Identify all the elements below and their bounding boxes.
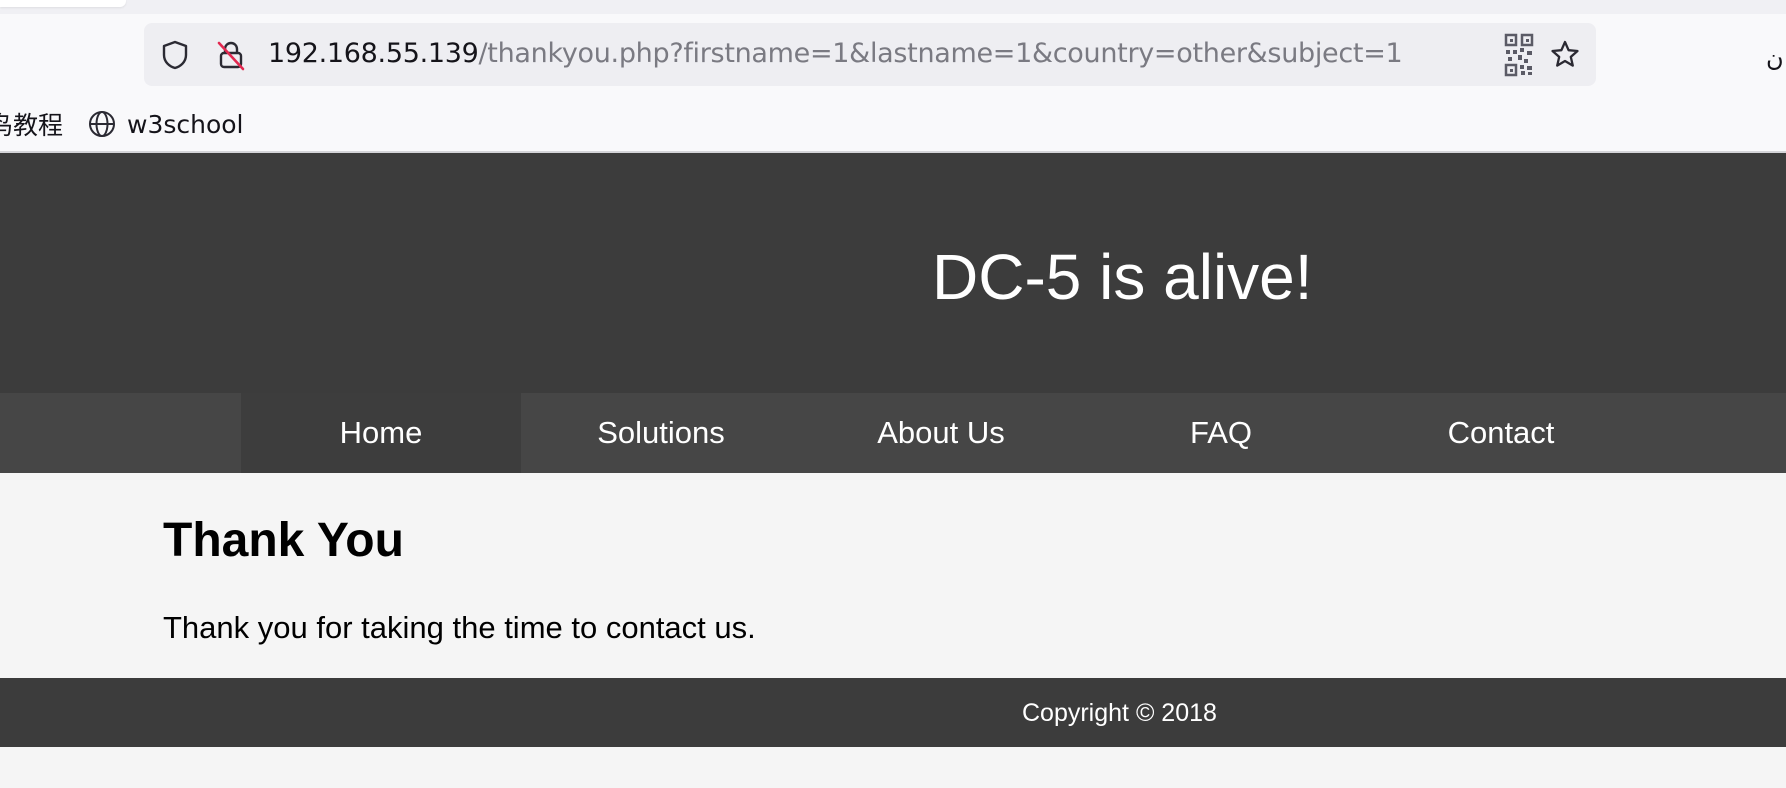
- shield-icon[interactable]: [158, 38, 192, 72]
- bookmark-item-runoob[interactable]: 鸟教程: [0, 104, 63, 144]
- bookmark-label: 鸟教程: [0, 111, 64, 140]
- insecure-lock-icon[interactable]: [214, 38, 248, 72]
- page-heading: Thank You: [163, 514, 404, 567]
- copyright-text: Copyright © 2018: [1022, 699, 1217, 727]
- main-nav: Home Solutions About Us FAQ Contact: [0, 393, 1786, 473]
- nav-item-home[interactable]: Home: [241, 393, 521, 473]
- url-path: /thankyou.php?firstname=1&lastname=1&cou…: [478, 38, 1403, 69]
- main-content: Thank You Thank you for taking the time …: [0, 473, 1786, 678]
- bookmark-label: w3school: [127, 109, 244, 139]
- url-host: 192.168.55.139: [268, 38, 479, 69]
- address-bar[interactable]: 192.168.55.139/thankyou.php?firstname=1&…: [144, 23, 1596, 86]
- nav-item-about-us[interactable]: About Us: [801, 393, 1081, 473]
- active-tab[interactable]: [0, 0, 126, 7]
- site-footer: Copyright © 2018: [0, 678, 1786, 747]
- qr-code-icon[interactable]: [1504, 33, 1534, 77]
- toolbar-edge-glyph: ن: [1766, 44, 1784, 72]
- url-text[interactable]: 192.168.55.139/thankyou.php?firstname=1&…: [268, 37, 1403, 71]
- site-header: DC-5 is alive!: [0, 153, 1786, 393]
- nav-item-solutions[interactable]: Solutions: [521, 393, 801, 473]
- bookmark-item-w3school[interactable]: w3school: [87, 104, 244, 144]
- tab-strip: [0, 0, 1786, 14]
- site-title: DC-5 is alive!: [932, 241, 1313, 313]
- bookmarks-toolbar: 鸟教程 w3school: [0, 104, 1786, 144]
- thank-you-message: Thank you for taking the time to contact…: [163, 610, 756, 645]
- nav-item-faq[interactable]: FAQ: [1081, 393, 1361, 473]
- browser-chrome: 192.168.55.139/thankyou.php?firstname=1&…: [0, 0, 1786, 153]
- star-bookmark-icon[interactable]: [1548, 38, 1582, 72]
- globe-icon: [87, 109, 117, 139]
- nav-item-contact[interactable]: Contact: [1361, 393, 1641, 473]
